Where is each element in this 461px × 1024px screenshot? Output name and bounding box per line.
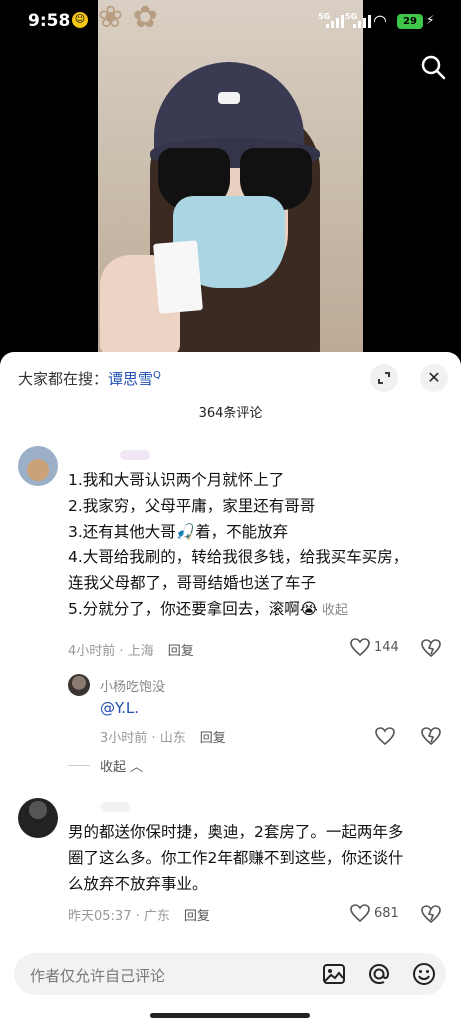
comment-count: 364条评论 xyxy=(198,406,263,421)
search-icon: Q xyxy=(153,370,161,381)
comment-line: 连我父母都了，哥哥结婚也送了车子 xyxy=(68,574,317,593)
hot-search[interactable]: 大家都在搜：谭思雪Q xyxy=(18,368,161,389)
signal-icon xyxy=(353,14,371,28)
reply-button[interactable]: 回复 xyxy=(184,909,210,924)
comment-meta: 昨天05:37 · 广东 回复 xyxy=(68,909,210,924)
avatar[interactable] xyxy=(18,446,58,486)
username[interactable] xyxy=(100,802,130,812)
battery-icon: 29 xyxy=(397,14,423,29)
comment-location: 上海 xyxy=(127,644,154,659)
comment-line: 1.我和大哥认识两个月就怀上了 xyxy=(68,471,285,489)
heart-icon xyxy=(350,638,370,656)
collapse-label: 收起 xyxy=(100,760,127,775)
charging-icon: ⚡ xyxy=(426,13,435,27)
image-icon[interactable] xyxy=(321,961,347,987)
search-icon[interactable] xyxy=(420,54,446,80)
comment-line: 圈了这么多。你工作2年都赚不到这些，你还谈什 xyxy=(68,848,404,867)
video-frame: ❀ ✿ xyxy=(98,0,363,360)
heart-icon xyxy=(350,904,370,922)
hot-search-term[interactable]: 谭思雪 xyxy=(108,370,153,388)
like-count: 144 xyxy=(374,639,399,655)
signal-icon xyxy=(326,14,344,28)
status-time: 9:58 xyxy=(28,11,71,31)
comment-input-placeholder: 作者仅允许自己评论 xyxy=(30,967,166,985)
wifi-icon: ◠ xyxy=(373,11,387,30)
comment-line: 5.分就分了，你还要拿回去，滚啊😭 xyxy=(68,599,318,618)
comment-line: 3.还有其他大哥🎣着，不能放弃 xyxy=(68,522,289,541)
hot-search-prefix: 大家都在搜： xyxy=(18,370,109,388)
username[interactable] xyxy=(120,450,150,460)
avatar[interactable] xyxy=(18,798,58,838)
comment-location: 广东 xyxy=(143,909,170,924)
reply-button[interactable]: 回复 xyxy=(200,731,226,746)
dislike-icon[interactable] xyxy=(421,905,441,923)
comment-text: 1.我和大哥认识两个月就怀上了 2.我家穷，父母平庸，家里还有哥哥 3.还有其他… xyxy=(68,468,408,624)
comment-line: 2.我家穷，父母平庸，家里还有哥哥 xyxy=(68,496,316,515)
comment-time: 4小时前 xyxy=(68,644,116,659)
reply-time: 3小时前 xyxy=(100,731,148,746)
comment-input-bar: 作者仅允许自己评论 xyxy=(0,945,461,1024)
like-button[interactable]: 144 xyxy=(350,638,399,656)
collapse-replies-button[interactable]: 收起 ︿ xyxy=(68,756,143,775)
comment-input[interactable]: 作者仅允许自己评论 xyxy=(14,953,446,995)
chevron-up-icon: ︿ xyxy=(130,760,144,775)
avatar[interactable] xyxy=(68,674,90,696)
reply-username[interactable]: 小杨吃饱没 xyxy=(100,676,165,695)
comments-sheet: 大家都在搜：谭思雪Q ✕ 364条评论 1.我和大哥认识两个月就怀上了 2.我家… xyxy=(0,352,461,1024)
reply-location: 山东 xyxy=(159,731,186,746)
heart-icon[interactable] xyxy=(375,727,395,745)
mention-icon[interactable] xyxy=(366,961,392,987)
collapse-link[interactable]: 收起 xyxy=(322,603,348,618)
video-player[interactable]: ❀ ✿ xyxy=(0,0,461,360)
like-button[interactable]: 681 xyxy=(350,904,399,922)
comment-line: 4.大哥给我刷的，转给我很多钱，给我买车买房， xyxy=(68,548,409,567)
comment-text: 男的都送你保时捷，奥迪，2套房了。一起两年多 圈了这么多。你工作2年都赚不到这些… xyxy=(68,820,403,897)
comment-line: 么放弃不放弃事业。 xyxy=(68,874,208,893)
status-bar: 9:58 ☺ 5G 5G ◠ 29 ⚡ xyxy=(0,0,461,44)
home-indicator[interactable] xyxy=(150,1013,310,1018)
divider xyxy=(68,765,90,766)
like-count: 681 xyxy=(374,905,399,921)
expand-icon[interactable] xyxy=(370,364,398,392)
comment-line: 男的都送你保时捷，奥迪，2套房了。一起两年多 xyxy=(68,823,404,841)
close-icon[interactable]: ✕ xyxy=(420,364,448,392)
reply-text[interactable]: @Y.L. xyxy=(100,699,139,717)
held-card xyxy=(153,240,203,314)
dislike-icon[interactable] xyxy=(421,727,441,745)
comment-time: 昨天05:37 xyxy=(68,909,132,924)
reply-meta: 3小时前 · 山东 回复 xyxy=(100,731,226,746)
comment-meta: 4小时前 · 上海 回复 xyxy=(68,644,194,659)
emoji-icon[interactable] xyxy=(411,961,437,987)
dislike-icon[interactable] xyxy=(421,639,441,657)
notification-icon: ☺ xyxy=(72,12,88,28)
cap-logo xyxy=(218,92,240,104)
reply-button[interactable]: 回复 xyxy=(168,644,194,659)
